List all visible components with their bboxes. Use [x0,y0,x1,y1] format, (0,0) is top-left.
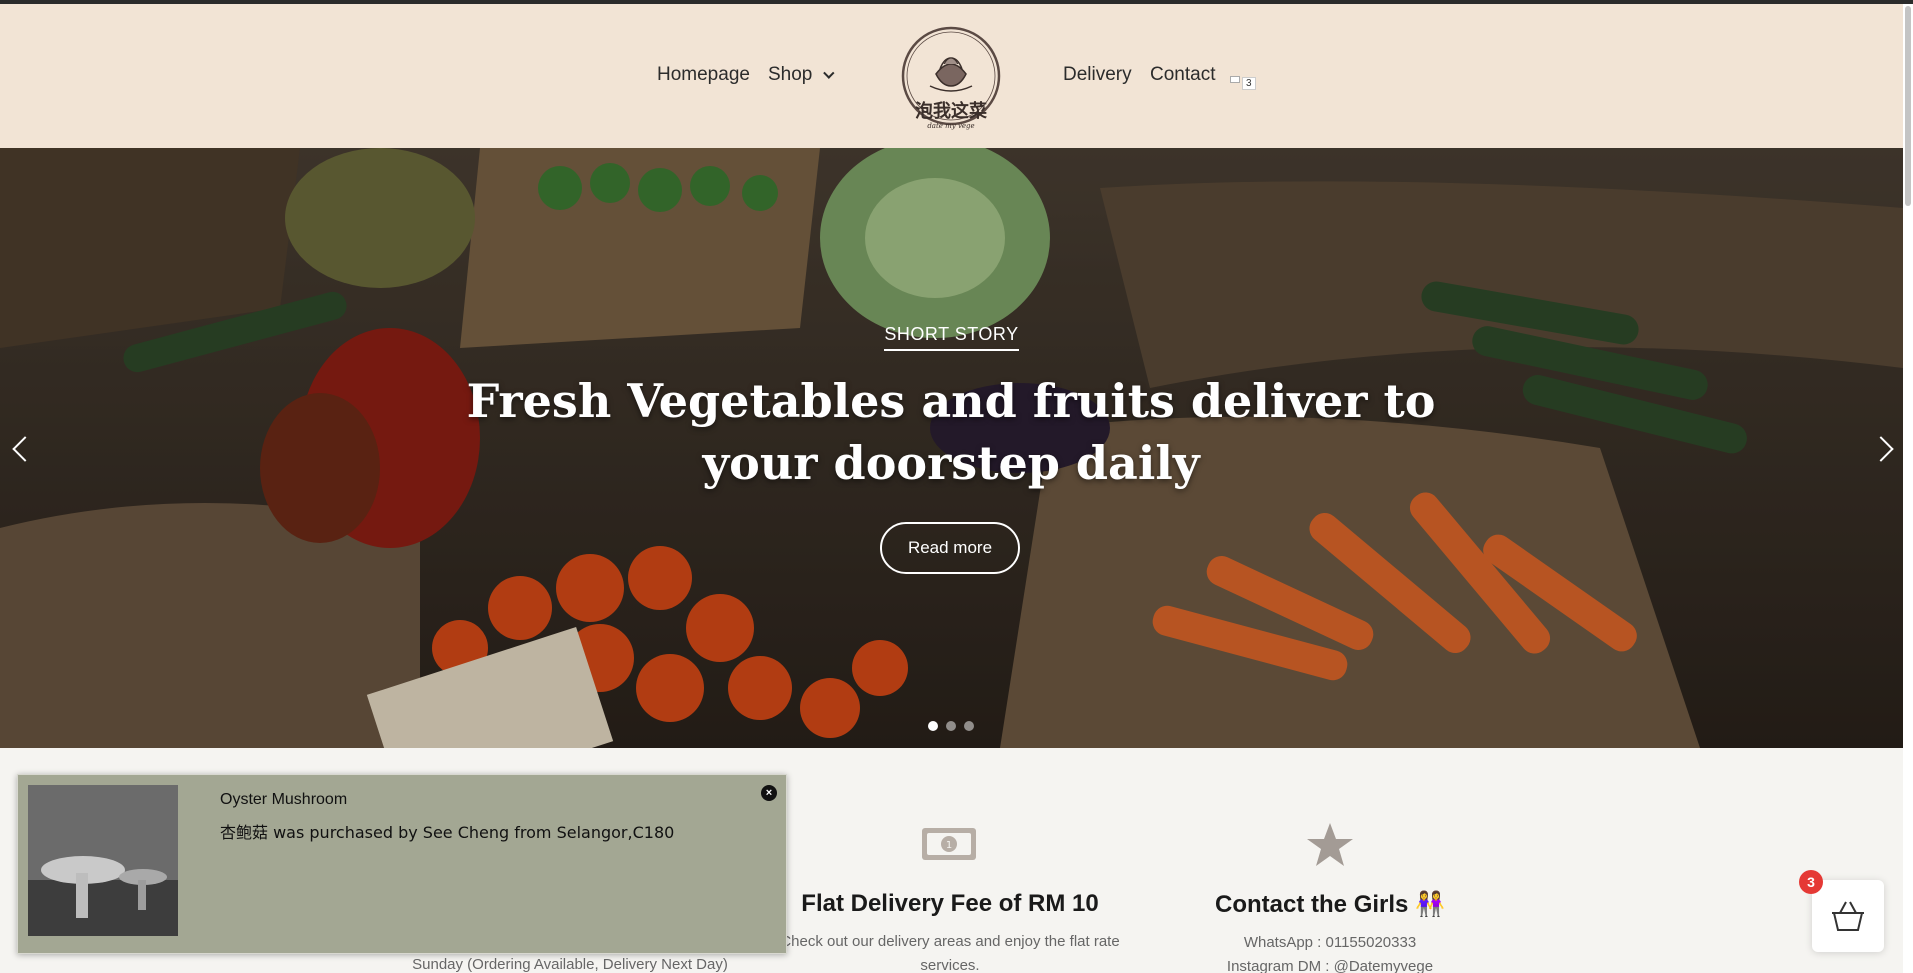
page-scrollbar[interactable] [1903,4,1913,973]
hero-title: Fresh Vegetables and fruits deliver to y… [466,374,1436,490]
scrollbar-thumb[interactable] [1905,6,1911,206]
header-cart[interactable]: 3 [1230,74,1256,90]
cart-icon [1230,76,1240,83]
feature-delivery-title: Flat Delivery Fee of RM 10 [801,890,1099,917]
logo-subtext: date my vege [927,122,974,130]
nav-shop-label: Shop [768,64,813,85]
read-more-button[interactable]: Read more [880,522,1020,574]
feature-hours-text: Sunday (Ordering Available, Delivery Nex… [412,956,728,973]
star-icon [1307,823,1353,866]
slider-dot-2[interactable] [946,721,956,731]
feature-contact-title: Contact the Girls 👭 [1215,891,1445,918]
header-cart-count: 3 [1242,77,1256,90]
feature-delivery-text: Check out our delivery areas and enjoy t… [780,933,1120,973]
svg-text:1: 1 [946,840,952,851]
feature-contact: Contact the Girls 👭 WhatsApp : 011550203… [1180,890,1480,973]
popup-message: 杏鲍菇 was purchased by See Cheng from Sela… [220,823,675,842]
site-logo[interactable]: 泡我这菜 date my vege [900,24,1002,136]
slider-dots [928,721,974,731]
popup-product-name: Oyster Mushroom [220,791,348,808]
logo-text: 泡我这菜 [915,100,987,122]
hero-slider: SHORT STORY Fresh Vegetables and fruits … [0,148,1903,748]
hero-eyebrow: SHORT STORY [0,324,1903,351]
money-icon: 1 [922,828,976,860]
nav-shop[interactable]: Shop [768,64,835,86]
nav-delivery[interactable]: Delivery [1063,64,1132,86]
nav-homepage[interactable]: Homepage [657,64,750,86]
slider-dot-3[interactable] [964,721,974,731]
feature-contact-instagram: Instagram DM : @Datemyvege [1226,958,1434,973]
basket-icon [1832,901,1864,931]
feature-delivery: Flat Delivery Fee of RM 10 Check out our… [780,890,1120,973]
purchase-notification-popup[interactable]: Oyster Mushroom 杏鲍菇 was purchased by See… [17,774,787,954]
cart-count-badge: 3 [1799,870,1823,894]
floating-cart-button[interactable] [1812,880,1884,952]
hero-eyebrow-text: SHORT STORY [884,324,1019,351]
close-icon[interactable]: × [761,785,777,801]
chevron-down-icon [823,67,835,79]
nav-contact[interactable]: Contact [1150,64,1215,86]
site-header: Homepage Shop 泡我这菜 date my vege Delivery… [0,4,1903,148]
product-thumbnail [28,785,178,936]
slider-dot-1[interactable] [928,721,938,731]
feature-contact-whatsapp: WhatsApp : 01155020333 [1243,934,1417,951]
